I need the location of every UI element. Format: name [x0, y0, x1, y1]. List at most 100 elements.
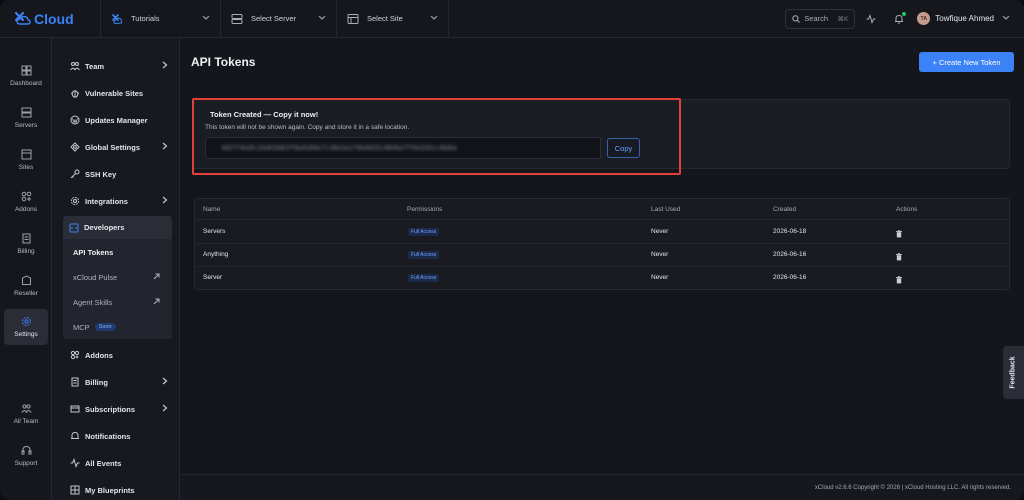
nav-item-vulnerable-sites[interactable]: Vulnerable Sites [64, 82, 172, 104]
token-created-title: Token Created — Copy it now! [210, 110, 319, 119]
rail-item-billing[interactable]: Billing [4, 226, 48, 262]
tokens-table [194, 198, 1010, 290]
activity-button[interactable] [859, 9, 883, 29]
key-icon [70, 169, 80, 179]
nav-sublabel: xCloud Pulse [73, 272, 118, 282]
bug-icon [70, 88, 80, 98]
xcloud-logo-icon [14, 11, 31, 25]
site-icon [347, 13, 359, 25]
user-menu[interactable]: TA Towfique Ahmed [917, 12, 1010, 25]
nav-sublabel: MCP [73, 322, 90, 332]
nav-label: All Events [85, 458, 122, 468]
xcloud-logo[interactable]: Cloud [0, 0, 100, 38]
rail-item-settings[interactable]: Settings [4, 309, 48, 345]
nav-item-billing[interactable]: Billing [64, 371, 172, 393]
nav-sublabel: Agent Skills [73, 297, 113, 307]
team-icon [20, 404, 32, 413]
external-link-icon [153, 273, 160, 282]
nav-item-my-blueprints[interactable]: My Blueprints [64, 479, 172, 500]
trash-icon[interactable] [895, 230, 903, 238]
footer: xCloud v2.6.6 Copyright © 2026 | xCloud … [181, 474, 1024, 500]
rail-item-addons[interactable]: Addons [4, 184, 48, 220]
nav-item-developers[interactable]: Developers [63, 216, 172, 239]
column-header-last-used: Last Used [651, 206, 681, 213]
nav-sublabel: API Tokens [73, 247, 114, 257]
row-created: 2026-06-18 [773, 228, 807, 235]
nav-subitem-agent-skills[interactable]: Agent Skills [63, 290, 172, 314]
nav-subitem-xcloud-pulse[interactable]: xCloud Pulse [63, 265, 172, 289]
rail-label: Support [14, 460, 38, 467]
rail-label: Addons [14, 206, 38, 213]
nav-subitem-api-tokens[interactable]: API Tokens [63, 240, 172, 264]
nav-label: Addons [85, 350, 113, 360]
brand-name: Cloud [34, 10, 74, 27]
rail-item-servers[interactable]: Servers [4, 100, 48, 136]
nav-label: Team [85, 61, 105, 71]
nav-item-ssh-key[interactable]: SSH Key [64, 163, 172, 185]
rail-label: Billing [17, 248, 35, 255]
nav-item-subscriptions[interactable]: Subscriptions [64, 398, 172, 420]
permission-badge: Full Access [408, 274, 440, 282]
nav-label: Developers [84, 223, 125, 232]
search-button[interactable]: Search ⌘K [785, 8, 856, 29]
rail-item-all-team[interactable]: All Team [4, 396, 48, 432]
token-value-field[interactable]: 0d7f4a9c2e81b63f0a5d9e7c4b2a1f8e6d3c0b9a… [205, 137, 601, 159]
nav-label: Subscriptions [85, 404, 136, 414]
rail-item-support[interactable]: Support [4, 438, 48, 474]
feedback-tab[interactable]: Feedback [1003, 346, 1024, 399]
team-icon [70, 61, 80, 71]
nav-item-notifications[interactable]: Notifications [64, 425, 172, 447]
crumb-select-site[interactable]: Select Site [336, 0, 448, 38]
token-created-description: This token will not be shown again. Copy… [205, 124, 410, 131]
rail-item-reseller[interactable]: Reseller [4, 268, 48, 304]
nav-item-global-settings[interactable]: Global Settings [64, 136, 172, 158]
activity-icon [866, 13, 876, 24]
trash-icon[interactable] [895, 276, 903, 284]
nav-subitem-mcp[interactable]: MCP Soon [63, 315, 172, 339]
rail-item-sites[interactable]: Sites [4, 142, 48, 178]
nav-label: Integrations [85, 196, 128, 206]
copy-button[interactable]: Copy [607, 138, 640, 158]
primary-rail: Dashboard Servers Sites Addons Billing R… [0, 38, 52, 500]
row-created: 2026-06-16 [773, 274, 807, 281]
notifications-button[interactable] [887, 9, 911, 29]
rail-label: All Team [13, 418, 39, 425]
rail-label: Servers [14, 122, 38, 129]
create-new-token-button[interactable]: + Create New Token [919, 52, 1014, 72]
wordpress-icon [70, 115, 80, 125]
page-title: API Tokens [191, 55, 256, 69]
rail-label: Sites [18, 164, 34, 171]
chevron-down-icon [430, 14, 438, 23]
row-last-used: Never [651, 274, 669, 281]
billing-icon [70, 377, 80, 387]
rail-label: Reseller [14, 290, 38, 297]
nav-item-addons[interactable]: Addons [64, 344, 172, 366]
search-shortcut: ⌘K [837, 15, 849, 23]
chevron-down-icon [318, 14, 326, 23]
nav-label: Notifications [85, 431, 131, 441]
nav-item-integrations[interactable]: Integrations [64, 190, 172, 212]
rail-item-dashboard[interactable]: Dashboard [4, 58, 48, 94]
trash-icon[interactable] [895, 253, 903, 261]
nav-item-updates-manager[interactable]: Updates Manager [64, 109, 172, 131]
addons-icon [70, 350, 80, 360]
nav-item-all-events[interactable]: All Events [64, 452, 172, 474]
crumb-select-server[interactable]: Select Server [220, 0, 336, 38]
nav-item-team[interactable]: Team [64, 55, 172, 77]
gear-icon [70, 196, 80, 206]
rail-label: Dashboard [10, 80, 42, 87]
crumb-tutorials[interactable]: Tutorials [100, 0, 220, 38]
code-icon [69, 223, 79, 233]
column-header-actions: Actions [896, 206, 918, 213]
crumb-label: Select Server [251, 14, 297, 23]
chevron-right-icon [162, 377, 168, 387]
bell-icon [70, 431, 80, 441]
feedback-label: Feedback [1010, 356, 1018, 389]
xcloud-logo-icon [111, 13, 123, 25]
server-icon [21, 107, 31, 118]
footer-copyright: xCloud v2.6.6 Copyright © 2026 | xCloud … [814, 485, 1011, 491]
site-icon [21, 149, 31, 160]
column-header-permissions: Permissions [407, 206, 443, 213]
row-last-used: Never [651, 251, 669, 258]
user-name: Towfique Ahmed [935, 14, 994, 23]
